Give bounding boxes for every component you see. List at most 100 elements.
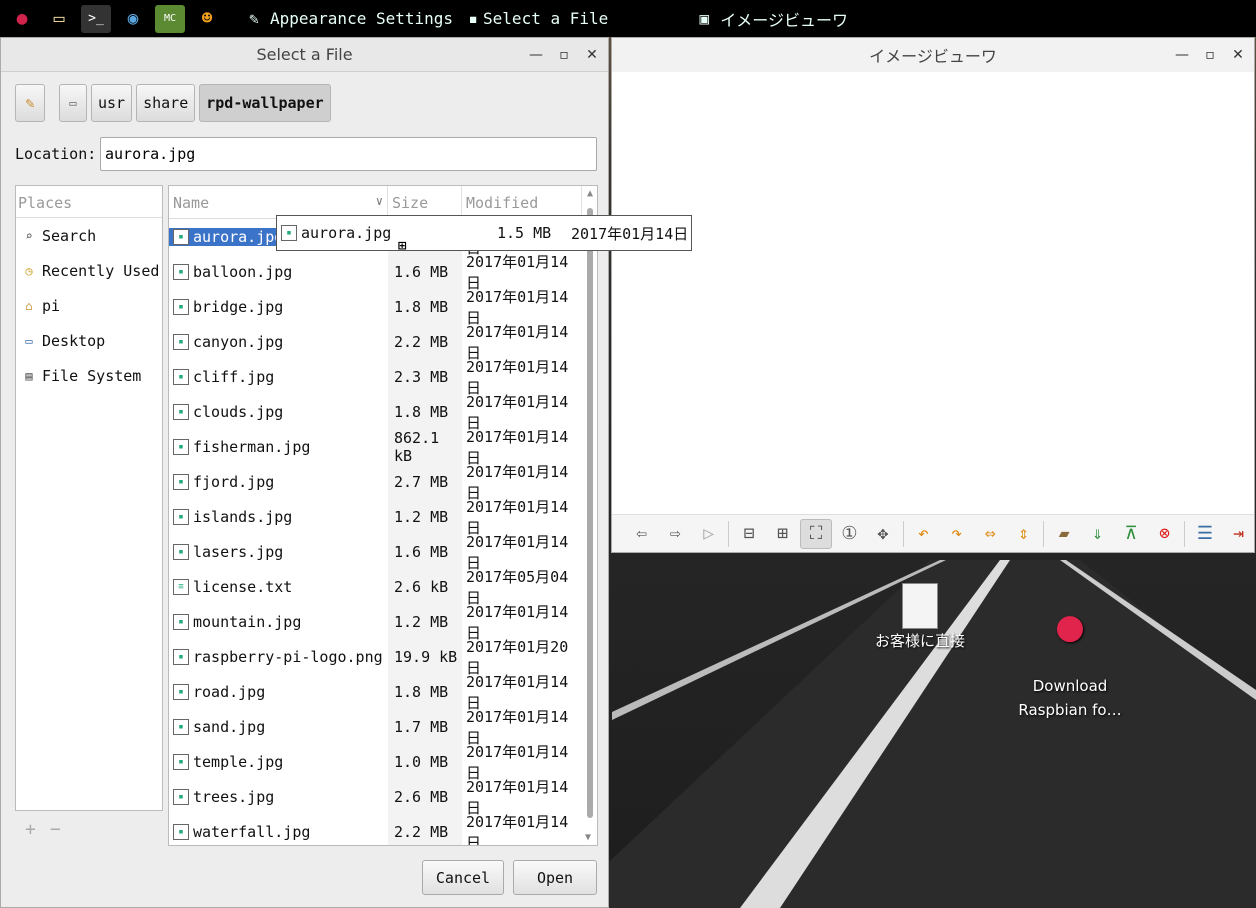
flip-vertical-icon[interactable]: ⇕	[1008, 519, 1039, 549]
place-pi[interactable]: ⌂ pi	[16, 288, 162, 323]
file-row[interactable]: ▪ fisherman.jpg 862.1 kB 2017年01月14日	[169, 428, 597, 467]
file-size-cell: 1.6 MB	[388, 254, 462, 289]
path-rpd-wallpaper-button[interactable]: rpd-wallpaper	[199, 84, 331, 122]
file-manager-icon[interactable]: ▭	[44, 5, 74, 33]
dialog-titlebar[interactable]: Select a File — ▫ ✕	[1, 38, 608, 72]
slideshow-icon[interactable]: ▷	[693, 519, 724, 549]
rotate-right-icon[interactable]: ↷	[941, 519, 972, 549]
image-file-icon: ▪	[173, 613, 189, 630]
file-row[interactable]: ▪ sand.jpg 1.7 MB 2017年01月14日	[169, 708, 597, 747]
separator	[902, 520, 904, 547]
file-name-cell: ▪ waterfall.jpg	[169, 823, 388, 841]
place-recently-used[interactable]: ◷ Recently Used	[16, 253, 162, 288]
file-name-cell: ▪ bridge.jpg	[169, 298, 388, 316]
path-usr-button[interactable]: usr	[91, 84, 133, 122]
path-share-button[interactable]: share	[136, 84, 196, 122]
file-row[interactable]: ▪ mountain.jpg 1.2 MB 2017年01月14日	[169, 603, 597, 642]
delete-icon[interactable]: ⊗	[1149, 519, 1180, 549]
save-as-icon[interactable]: ⊼	[1115, 519, 1146, 549]
image-file-icon: ▪	[173, 228, 189, 245]
column-name[interactable]: Name ∨	[169, 186, 388, 218]
cancel-button[interactable]: Cancel	[422, 860, 504, 895]
scroll-down-icon[interactable]: ▼	[585, 832, 591, 843]
file-row[interactable]: ▪ lasers.jpg 1.6 MB 2017年01月14日	[169, 533, 597, 572]
desktop-icon-download[interactable]: ● Download Raspbian fo…	[1010, 580, 1130, 746]
raspberry-menu-icon[interactable]: ●	[7, 5, 37, 33]
file-size-cell: 2.6 kB	[388, 569, 462, 604]
places-sidebar: Places ⌕ Search ◷ Recently Used ⌂ pi ▭ Deskt…	[15, 185, 163, 811]
desktop-icon-text-file[interactable]: お客様に直接	[870, 583, 970, 653]
edit-location-button[interactable]: ✎	[15, 84, 45, 122]
column-modified[interactable]: Modified	[462, 186, 582, 218]
file-row[interactable]: ▪ islands.jpg 1.2 MB 2017年01月14日	[169, 498, 597, 537]
quit-icon[interactable]: ⇥	[1223, 519, 1254, 549]
viewer-canvas	[612, 72, 1254, 512]
image-viewer-window: イメージビューワ — ▫ ✕ ⇦ ⇨ ▷ ⊟ ⊞ ⛶ ① ✥ ↶ ↷ ⇔ ⇕ ▰…	[611, 37, 1255, 553]
image-file-icon: ▪	[173, 543, 189, 560]
place-file-system[interactable]: ▤ File System	[16, 358, 162, 393]
task-appearance-settings[interactable]: ✎ Appearance Settings	[234, 0, 459, 37]
file-name-cell: ▪ fjord.jpg	[169, 473, 388, 491]
file-row[interactable]: ▪ bridge.jpg 1.8 MB 2017年01月14日	[169, 288, 597, 327]
viewer-titlebar[interactable]: イメージビューワ — ▫ ✕	[612, 38, 1254, 72]
task-select-a-file[interactable]: ▪ Select a File	[459, 0, 614, 37]
file-size-cell: 1.2 MB	[388, 499, 462, 534]
file-row[interactable]: ▪ trees.jpg 2.6 MB 2017年01月14日	[169, 778, 597, 817]
file-name-cell: ▪ cliff.jpg	[169, 368, 388, 386]
next-icon[interactable]: ⇨	[659, 519, 690, 549]
zoom-out-icon[interactable]: ⊟	[733, 519, 764, 549]
file-row[interactable]: ▪ temple.jpg 1.0 MB 2017年01月14日	[169, 743, 597, 782]
chromium-icon[interactable]: ◉	[118, 5, 148, 33]
file-row[interactable]: ≡ license.txt 2.6 kB 2017年05月04日	[169, 568, 597, 607]
minimize-icon[interactable]: —	[1174, 47, 1190, 63]
fit-icon[interactable]: ⛶	[800, 518, 832, 549]
terminal-icon[interactable]: >_	[81, 4, 111, 33]
minimize-icon[interactable]: —	[528, 47, 544, 63]
file-row[interactable]: ▪ clouds.jpg 1.8 MB 2017年01月14日	[169, 393, 597, 432]
flip-horizontal-icon[interactable]: ⇔	[975, 519, 1006, 549]
maximize-icon[interactable]: ▫	[1202, 47, 1218, 63]
location-input[interactable]	[100, 137, 597, 171]
task-image-viewer[interactable]: ▣ イメージビューワ	[684, 0, 854, 37]
maximize-icon[interactable]: ▫	[556, 47, 572, 63]
scrollbar-thumb[interactable]	[587, 208, 593, 818]
scratch-icon[interactable]: ☻	[192, 5, 222, 33]
save-icon[interactable]: ⇓	[1082, 519, 1113, 549]
previous-icon[interactable]: ⇦	[626, 519, 657, 549]
column-size[interactable]: Size	[388, 186, 462, 218]
file-size-cell: 2.2 MB	[388, 814, 462, 845]
file-rows: ▪aurora.jpg1.5 MB2017年01月14日▪balloon.jpg…	[169, 218, 597, 845]
open-file-icon[interactable]: ▰	[1048, 519, 1079, 549]
scroll-up-icon[interactable]: ▲	[585, 188, 595, 199]
image-file-icon: ▪	[173, 508, 189, 525]
file-row[interactable]: ▪ cliff.jpg 2.3 MB 2017年01月14日	[169, 358, 597, 397]
minecraft-icon[interactable]: MC	[155, 4, 185, 33]
file-row[interactable]: ▪ raspberry-pi-logo.png 19.9 kB 2017年01月20日	[169, 638, 597, 677]
open-button[interactable]: Open	[513, 860, 597, 895]
original-size-icon[interactable]: ①	[834, 519, 865, 549]
close-icon[interactable]: ✕	[584, 47, 600, 63]
fullscreen-icon[interactable]: ✥	[867, 519, 898, 549]
image-file-icon: ▪	[173, 473, 189, 490]
file-name-cell: ▪ fisherman.jpg	[169, 438, 388, 456]
file-name-cell: ▪ mountain.jpg	[169, 613, 388, 631]
path-bar: ✎ ▭ usr share rpd-wallpaper	[15, 84, 331, 122]
file-row[interactable]: ▪ road.jpg 1.8 MB 2017年01月14日	[169, 673, 597, 712]
image-file-icon: ▪	[173, 753, 189, 770]
file-row[interactable]: ▪ balloon.jpg 1.6 MB 2017年01月14日	[169, 253, 597, 292]
file-row[interactable]: ▪ fjord.jpg 2.7 MB 2017年01月14日	[169, 463, 597, 502]
remove-place-button[interactable]: −	[50, 819, 61, 840]
file-row[interactable]: ▪ waterfall.jpg 2.2 MB 2017年01月14日	[169, 813, 597, 845]
place-search[interactable]: ⌕ Search	[16, 218, 162, 253]
preferences-icon[interactable]: ☰	[1189, 519, 1220, 549]
file-row[interactable]: ▪ canyon.jpg 2.2 MB 2017年01月14日	[169, 323, 597, 362]
close-icon[interactable]: ✕	[1230, 47, 1246, 63]
rotate-left-icon[interactable]: ↶	[908, 519, 939, 549]
add-place-button[interactable]: +	[25, 819, 36, 840]
path-root-button[interactable]: ▭	[59, 84, 87, 122]
places-actions: + −	[25, 819, 61, 840]
scrollbar[interactable]: ▲ ▼	[585, 188, 595, 843]
zoom-in-icon[interactable]: ⊞	[767, 519, 798, 549]
place-desktop[interactable]: ▭ Desktop	[16, 323, 162, 358]
file-name-cell: ▪ lasers.jpg	[169, 543, 388, 561]
